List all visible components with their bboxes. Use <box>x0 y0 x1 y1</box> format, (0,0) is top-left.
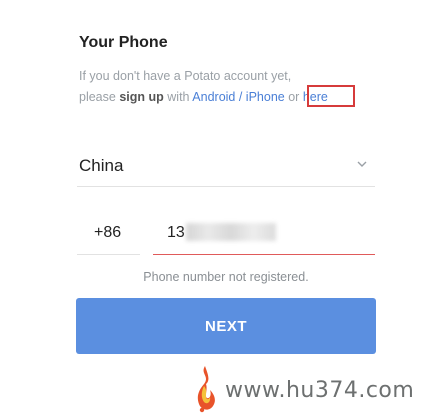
platforms-link[interactable]: Android / iPhone <box>192 90 284 104</box>
description-with: with <box>167 90 190 104</box>
next-button[interactable]: NEXT <box>76 298 376 354</box>
description-line-1: If you don't have a Potato account yet, <box>79 69 292 83</box>
page-title: Your Phone <box>79 34 168 51</box>
here-link[interactable]: here <box>303 90 328 104</box>
chevron-down-icon <box>357 161 367 167</box>
country-select[interactable]: China <box>77 146 375 187</box>
signup-description: If you don't have a Potato account yet, … <box>79 66 328 108</box>
description-line-2: please sign up with Android / iPhone or … <box>79 87 328 108</box>
country-code-value: +86 <box>94 224 122 241</box>
country-code-field[interactable]: +86 <box>77 213 140 255</box>
watermark-text: www.hu374.com <box>225 378 415 403</box>
phone-number-redacted <box>186 223 276 241</box>
error-message: Phone number not registered. <box>143 270 309 284</box>
watermark: www.hu374.com <box>192 364 422 414</box>
country-select-value: China <box>79 156 124 175</box>
description-please: please <box>79 90 116 104</box>
description-or: or <box>288 90 300 104</box>
phone-number-prefix: 13 <box>167 224 185 241</box>
sign-up-text: sign up <box>119 90 164 104</box>
flame-logo-icon <box>197 366 215 413</box>
